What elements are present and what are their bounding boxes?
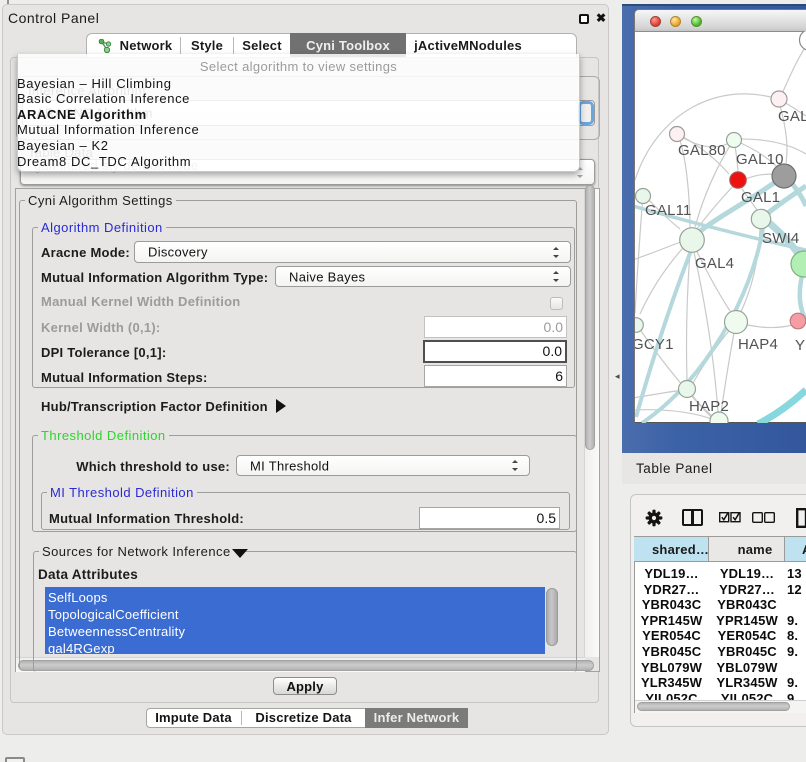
svg-text:GAL2: GAL2 [778, 108, 806, 125]
svg-text:GAL11: GAL11 [645, 202, 692, 219]
svg-text:Y: Y [795, 337, 805, 354]
svg-text:GAL4: GAL4 [695, 255, 734, 272]
svg-text:GCY1: GCY1 [635, 336, 674, 353]
svg-text:HAP4: HAP4 [738, 336, 778, 353]
svg-text:HAP2: HAP2 [689, 398, 729, 415]
svg-text:SWI4: SWI4 [762, 230, 799, 247]
svg-text:GAL10: GAL10 [736, 151, 784, 168]
svg-text:GAL80: GAL80 [678, 142, 726, 159]
svg-text:GAL1: GAL1 [741, 189, 780, 206]
